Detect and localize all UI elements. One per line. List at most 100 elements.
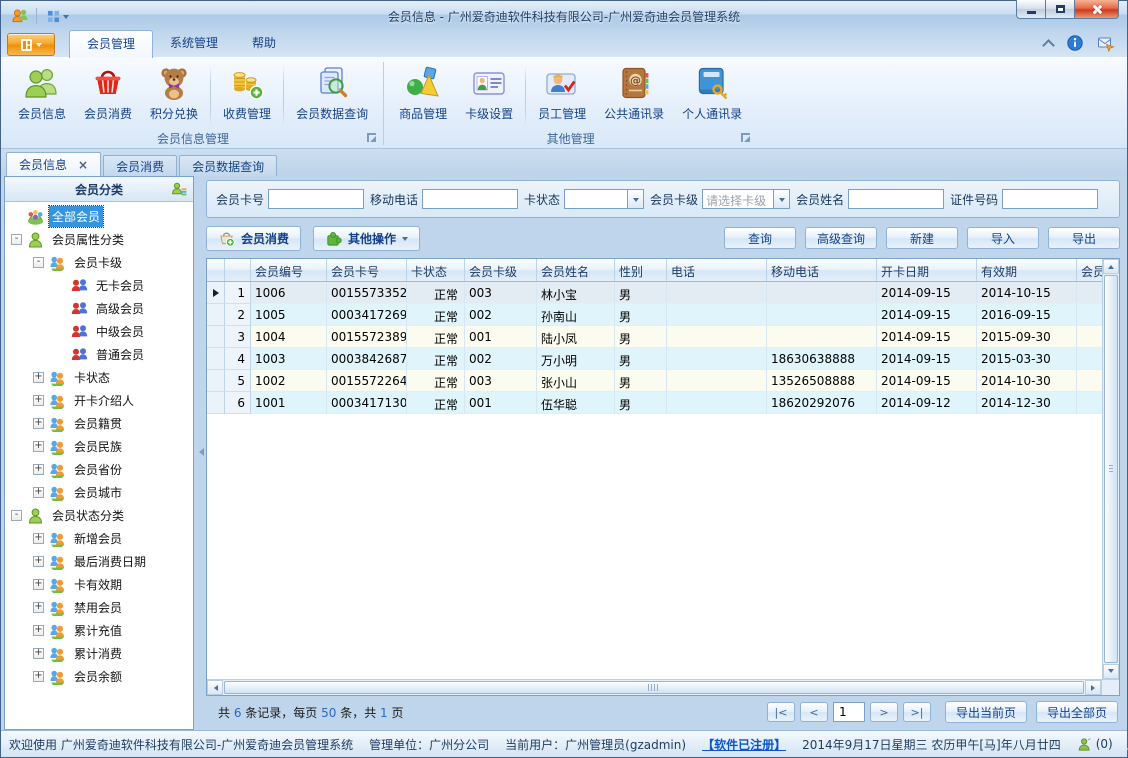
tree-item-11[interactable]: + 会员省份 <box>5 458 193 481</box>
column-header-9[interactable]: 有效期 <box>977 259 1077 281</box>
horizontal-scroll-track[interactable] <box>223 680 1085 695</box>
tree-item-16[interactable]: + 卡有效期 <box>5 573 193 596</box>
ribbon-button-teddy-bear[interactable]: 积分兑换 <box>141 62 207 124</box>
column-header-7[interactable]: 移动电话 <box>767 259 877 281</box>
ribbon-button-basket[interactable]: 会员消费 <box>75 62 141 124</box>
table-row-1[interactable]: 1 1006 0015573352 正常 003 林小宝男 2014-09-15 2014-1… <box>207 282 1102 304</box>
tree-expander-icon[interactable]: + <box>33 395 44 406</box>
ribbon-button-card-level[interactable]: 卡级设置 <box>456 62 522 124</box>
next-page-button[interactable]: > <box>869 702 898 722</box>
filter-select-3[interactable]: 请选择卡级 <box>702 189 791 209</box>
tree-expander-icon[interactable]: + <box>33 464 44 475</box>
column-header-5[interactable]: 性别 <box>615 259 667 281</box>
tree-expander-icon[interactable]: - <box>11 234 22 245</box>
scroll-up-button[interactable] <box>1103 259 1119 274</box>
column-header-6[interactable]: 电话 <box>667 259 767 281</box>
tree-expander-icon[interactable]: + <box>33 579 44 590</box>
export-all-pages-button[interactable]: 导出全部页 <box>1035 701 1118 723</box>
tree-item-1[interactable]: - 会员属性分类 <box>5 228 193 251</box>
tree-item-14[interactable]: + 新增会员 <box>5 527 193 550</box>
tree-item-18[interactable]: + 累计充值 <box>5 619 193 642</box>
horizontal-scroll-thumb[interactable] <box>224 681 1084 694</box>
table-row-3[interactable]: 3 1004 0015572389 正常 001 陆小凤男 2014-09-15 2015-0… <box>207 326 1102 348</box>
tree-expander-icon[interactable]: + <box>33 671 44 682</box>
tree-expander-icon[interactable]: + <box>33 418 44 429</box>
other-operations-button[interactable]: 其他操作 <box>313 225 421 251</box>
ribbon-tab-2[interactable]: 帮助 <box>235 30 293 57</box>
close-button[interactable] <box>1074 0 1119 19</box>
tree-item-13[interactable]: - 会员状态分类 <box>5 504 193 527</box>
tree-item-4[interactable]: 高级会员 <box>5 297 193 320</box>
export-current-page-button[interactable]: 导出当前页 <box>944 701 1027 723</box>
tree-item-5[interactable]: 中级会员 <box>5 320 193 343</box>
horizontal-scrollbar[interactable] <box>207 679 1119 695</box>
registered-link[interactable]: 【软件已注册】 <box>702 736 786 753</box>
tree-item-8[interactable]: + 开卡介绍人 <box>5 389 193 412</box>
query-button[interactable]: 查询 <box>724 227 796 249</box>
app-menu-button[interactable] <box>7 33 55 56</box>
column-header-1[interactable]: 会员卡号 <box>327 259 407 281</box>
tree-expander-icon[interactable]: - <box>11 510 22 521</box>
vertical-scroll-thumb[interactable] <box>1104 275 1118 663</box>
tree-item-3[interactable]: 无卡会员 <box>5 274 193 297</box>
tree-expander-icon[interactable]: + <box>33 556 44 567</box>
export-button[interactable]: 导出 <box>1048 227 1120 249</box>
document-tab-1[interactable]: 会员消费 <box>103 155 178 176</box>
tree-item-20[interactable]: + 会员余额 <box>5 665 193 688</box>
filter-input-5[interactable] <box>1002 189 1099 209</box>
maximize-button[interactable] <box>1045 0 1074 19</box>
member-category-settings-icon[interactable] <box>171 181 187 197</box>
filter-input-0[interactable] <box>268 189 365 209</box>
table-row-2[interactable]: 2 1005 0003417269 正常 002 孙南山男 2014-09-15 2016-0… <box>207 304 1102 326</box>
dialog-launcher-icon[interactable] <box>741 133 751 142</box>
column-header-8[interactable]: 开卡日期 <box>877 259 977 281</box>
ribbon-button-shapes[interactable]: 商品管理 <box>390 62 456 124</box>
tree-item-10[interactable]: + 会员民族 <box>5 435 193 458</box>
ribbon-button-members[interactable]: 会员信息 <box>9 62 75 124</box>
ribbon-button-employee[interactable]: 员工管理 <box>529 62 595 124</box>
tree-item-6[interactable]: 普通会员 <box>5 343 193 366</box>
minimize-button[interactable] <box>1016 0 1045 19</box>
tree-item-12[interactable]: + 会员城市 <box>5 481 193 504</box>
table-row-4[interactable]: 4 1003 0003842687 正常 002 万小明男 18630638888 2014-… <box>207 348 1102 370</box>
import-button[interactable]: 导入 <box>967 227 1039 249</box>
column-header-4[interactable]: 会员姓名 <box>537 259 615 281</box>
member-consume-button[interactable]: 会员消费 <box>206 225 302 251</box>
prev-page-button[interactable]: < <box>799 702 828 722</box>
dropdown-button[interactable] <box>627 190 644 208</box>
tree-expander-icon[interactable]: - <box>33 257 44 268</box>
document-tab-2[interactable]: 会员数据查询 <box>179 155 278 176</box>
ribbon-button-coins[interactable]: 收费管理 <box>214 62 280 124</box>
filter-select-2[interactable] <box>564 189 645 209</box>
tree-expander-icon[interactable]: + <box>33 648 44 659</box>
sidebar-splitter[interactable] <box>194 176 204 730</box>
tree-expander-icon[interactable]: + <box>33 441 44 452</box>
ribbon-button-personal-contacts[interactable]: 个人通讯录 <box>673 62 751 124</box>
column-header-10[interactable]: 会员 <box>1077 259 1102 281</box>
tree-expander-icon[interactable]: + <box>33 602 44 613</box>
tree-expander-icon[interactable]: + <box>33 372 44 383</box>
close-tab-icon[interactable]: × <box>78 158 88 172</box>
ribbon-button-member-search[interactable]: 会员数据查询 <box>287 62 377 124</box>
collapse-ribbon-icon[interactable] <box>1042 38 1055 52</box>
tree-item-0[interactable]: 全部会员 <box>5 205 193 228</box>
tree-item-7[interactable]: + 卡状态 <box>5 366 193 389</box>
last-page-button[interactable]: >| <box>902 702 931 722</box>
document-tab-0[interactable]: 会员信息 × <box>6 152 102 176</box>
info-icon[interactable] <box>1067 35 1083 51</box>
column-header-2[interactable]: 卡状态 <box>407 259 465 281</box>
filter-input-1[interactable] <box>422 189 519 209</box>
tree-item-9[interactable]: + 会员籍贯 <box>5 412 193 435</box>
ribbon-tab-1[interactable]: 系统管理 <box>153 30 235 57</box>
tree-item-15[interactable]: + 最后消费日期 <box>5 550 193 573</box>
dropdown-button[interactable] <box>773 190 790 208</box>
filter-input-4[interactable] <box>848 189 945 209</box>
dialog-launcher-icon[interactable] <box>367 133 377 142</box>
tree-expander-icon[interactable]: + <box>33 625 44 636</box>
send-mail-icon[interactable] <box>1097 34 1115 52</box>
page-number-input[interactable] <box>832 702 865 722</box>
tree-expander-icon[interactable]: + <box>33 487 44 498</box>
column-header-0[interactable]: 会员编号 <box>251 259 327 281</box>
tree-expander-icon[interactable]: + <box>33 533 44 544</box>
scroll-left-button[interactable] <box>207 680 223 695</box>
